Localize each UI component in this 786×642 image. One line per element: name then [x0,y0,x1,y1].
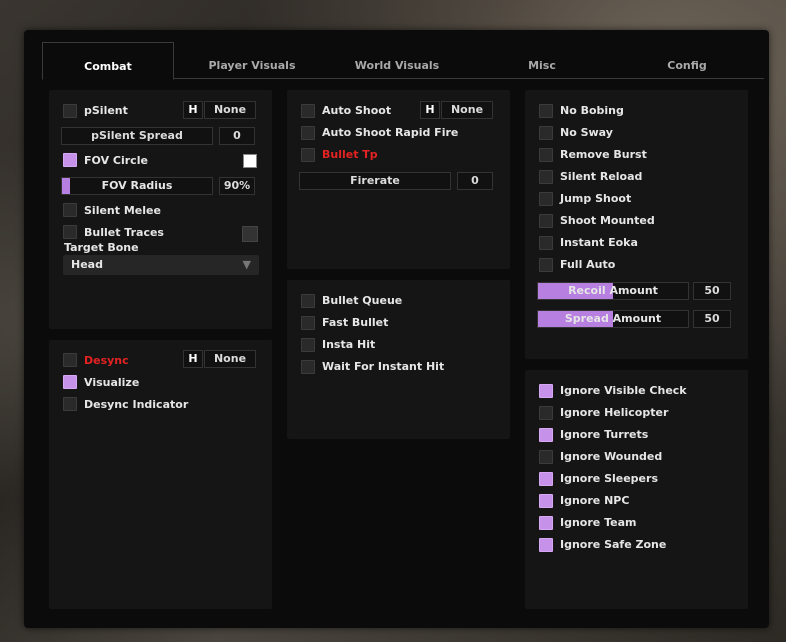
ignore-turrets-label: Ignore Turrets [560,428,649,441]
ignore-wounded-label: Ignore Wounded [560,450,663,463]
ignore-visible-check-label: Ignore Visible Check [560,384,687,397]
instant-eoka-checkbox[interactable] [539,236,553,250]
fov-radius-slider[interactable]: FOV Radius [61,177,213,195]
bullet-traces-checkbox[interactable] [63,225,77,239]
no-bobing-checkbox[interactable] [539,104,553,118]
ignore-team-label: Ignore Team [560,516,637,529]
bullet-panel: Bullet Queue Fast Bullet Insta Hit Wait … [287,280,510,439]
ignore-team-checkbox[interactable] [539,516,553,530]
auto-shoot-checkbox[interactable] [301,104,315,118]
ignore-wounded-checkbox[interactable] [539,450,553,464]
fov-circle-label: FOV Circle [84,154,148,167]
fast-bullet-checkbox[interactable] [301,316,315,330]
recoil-amount-slider[interactable]: Recoil Amount [537,282,689,300]
tab-misc[interactable]: Misc [472,42,612,78]
silent-melee-checkbox[interactable] [63,203,77,217]
bullet-tp-label: Bullet Tp [322,148,378,161]
wait-instant-hit-label: Wait For Instant Hit [322,360,445,373]
psilent-label: pSilent [84,104,128,117]
desync-indicator-checkbox[interactable] [63,397,77,411]
visualize-checkbox[interactable] [63,375,77,389]
spread-amount-value[interactable]: 50 [693,310,731,328]
shoot-mounted-checkbox[interactable] [539,214,553,228]
ignore-safe-zone-label: Ignore Safe Zone [560,538,667,551]
dropdown-arrow-icon: ▼ [242,258,251,271]
firerate-label: Firerate [299,172,451,190]
fast-bullet-label: Fast Bullet [322,316,389,329]
rapid-fire-label: Auto Shoot Rapid Fire [322,126,459,139]
target-bone-value: Head [71,258,103,271]
insta-hit-checkbox[interactable] [301,338,315,352]
desync-panel: Desync H None Visualize Desync Indicator [49,340,272,609]
bullet-queue-checkbox[interactable] [301,294,315,308]
fov-circle-color-picker[interactable] [243,154,257,168]
ignore-visible-check-checkbox[interactable] [539,384,553,398]
desync-keybind[interactable]: None [204,350,256,368]
target-bone-select[interactable]: Head ▼ [63,255,259,275]
jump-shoot-label: Jump Shoot [560,192,632,205]
silent-reload-checkbox[interactable] [539,170,553,184]
jump-shoot-checkbox[interactable] [539,192,553,206]
desync-hotkey-mode[interactable]: H [183,350,203,368]
tab-bar: Combat Player Visuals World Visuals Misc… [42,42,764,80]
cheat-menu-window: Combat Player Visuals World Visuals Misc… [24,30,769,628]
ignore-turrets-checkbox[interactable] [539,428,553,442]
insta-hit-label: Insta Hit [322,338,376,351]
tab-player-visuals[interactable]: Player Visuals [182,42,322,78]
auto-shoot-hotkey-mode[interactable]: H [420,101,440,119]
ignore-helicopter-label: Ignore Helicopter [560,406,669,419]
desync-label: Desync [84,354,129,367]
psilent-spread-label: pSilent Spread [61,127,213,145]
ignore-helicopter-checkbox[interactable] [539,406,553,420]
visualize-label: Visualize [84,376,140,389]
desync-checkbox[interactable] [63,353,77,367]
no-sway-label: No Sway [560,126,613,139]
psilent-hotkey-mode[interactable]: H [183,101,203,119]
ignore-sleepers-label: Ignore Sleepers [560,472,658,485]
remove-burst-label: Remove Burst [560,148,647,161]
ignore-sleepers-checkbox[interactable] [539,472,553,486]
rapid-fire-checkbox[interactable] [301,126,315,140]
bullet-tp-checkbox[interactable] [301,148,315,162]
fov-radius-value[interactable]: 90% [219,177,255,195]
tab-combat[interactable]: Combat [42,42,174,80]
target-bone-label: Target Bone [64,241,139,254]
no-sway-checkbox[interactable] [539,126,553,140]
full-auto-checkbox[interactable] [539,258,553,272]
shoot-panel: Auto Shoot H None Auto Shoot Rapid Fire … [287,90,510,269]
ignore-npc-label: Ignore NPC [560,494,630,507]
fov-radius-label: FOV Radius [101,179,173,192]
auto-shoot-label: Auto Shoot [322,104,392,117]
silent-melee-label: Silent Melee [84,204,161,217]
spread-amount-slider[interactable]: Spread Amount [537,310,689,328]
auto-shoot-keybind[interactable]: None [441,101,493,119]
bullet-queue-label: Bullet Queue [322,294,403,307]
psilent-keybind[interactable]: None [204,101,256,119]
desync-indicator-label: Desync Indicator [84,398,189,411]
no-bobing-label: No Bobing [560,104,624,117]
tab-config[interactable]: Config [617,42,757,78]
psilent-checkbox[interactable] [63,104,77,118]
wait-instant-hit-checkbox[interactable] [301,360,315,374]
fov-circle-checkbox[interactable] [63,153,77,167]
full-auto-label: Full Auto [560,258,616,271]
ignore-npc-checkbox[interactable] [539,494,553,508]
ignore-panel: Ignore Visible Check Ignore Helicopter I… [525,370,748,609]
firerate-value[interactable]: 0 [457,172,493,190]
weapon-panel: No Bobing No Sway Remove Burst Silent Re… [525,90,748,359]
silent-reload-label: Silent Reload [560,170,643,183]
recoil-amount-label: Recoil Amount [568,284,658,297]
ignore-safe-zone-checkbox[interactable] [539,538,553,552]
bullet-traces-label: Bullet Traces [84,226,164,239]
recoil-amount-value[interactable]: 50 [693,282,731,300]
psilent-spread-value[interactable]: 0 [219,127,255,145]
spread-amount-label: Spread Amount [564,312,662,325]
tab-world-visuals[interactable]: World Visuals [327,42,467,78]
aim-panel: pSilent H None pSilent Spread 0 FOV Circ… [49,90,272,329]
bullet-traces-color-picker[interactable] [242,226,258,242]
shoot-mounted-label: Shoot Mounted [560,214,655,227]
remove-burst-checkbox[interactable] [539,148,553,162]
instant-eoka-label: Instant Eoka [560,236,638,249]
